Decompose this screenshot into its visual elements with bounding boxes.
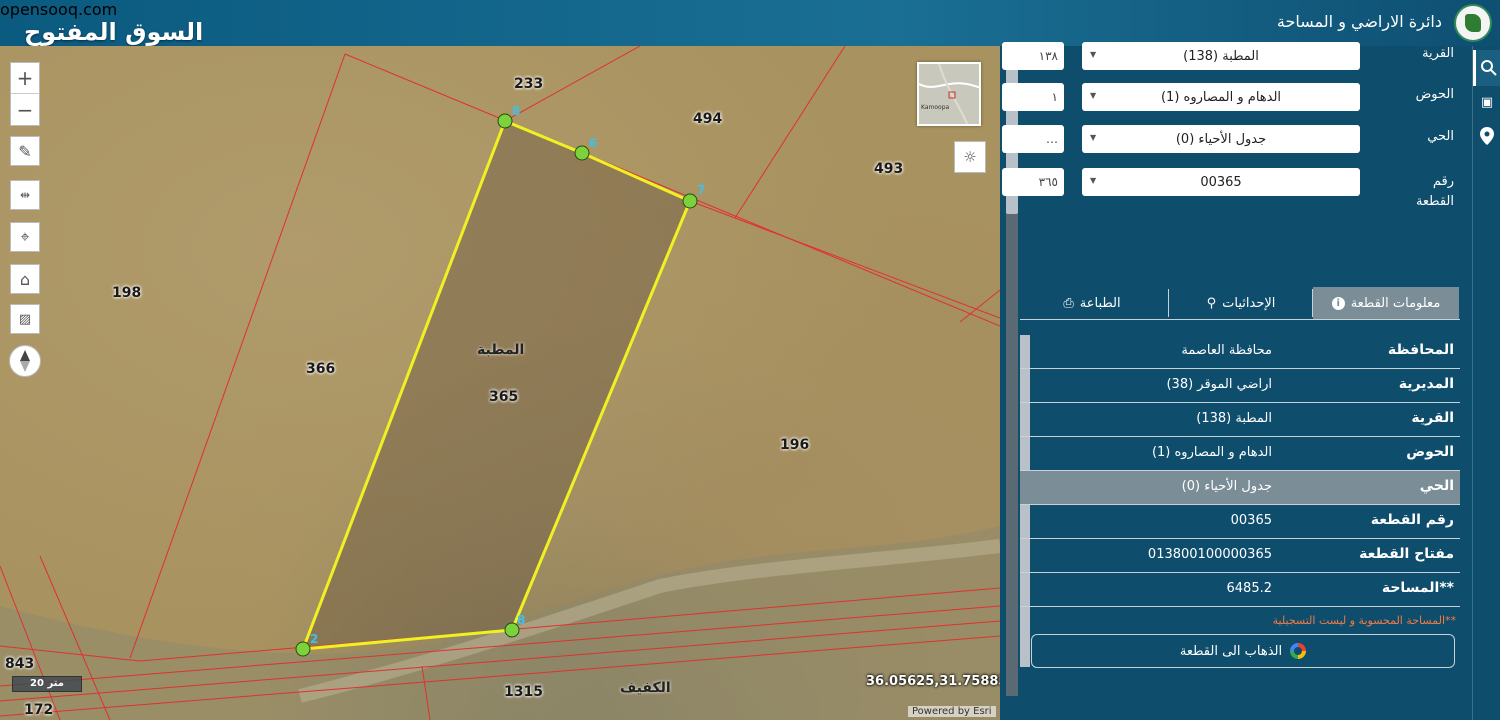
search-icon [1480, 60, 1497, 76]
tab-parcel-info[interactable]: i معلومات القطعة [1313, 287, 1459, 319]
overview-minimap[interactable]: Kamoopa [917, 62, 981, 126]
app-header: السوق المفتوح دائرة الاراضي و المساحة [0, 0, 1500, 46]
parcel-label: 196 [780, 437, 810, 453]
neighborhood-code-input[interactable]: … [1002, 125, 1064, 153]
basin-row: الحوض ▼ الدهام و المصاروه (1) ١ [1000, 83, 1454, 111]
info-row: الحوض الدهام و المصاروه (1) [1020, 437, 1460, 471]
zoom-out-button[interactable]: − [11, 94, 39, 125]
info-row: **المساحة 6485.2 [1020, 573, 1460, 607]
home-button[interactable]: ⌂ [10, 264, 40, 294]
compass-icon [20, 350, 30, 372]
printer-icon: ⎙ [1063, 295, 1074, 311]
vertex-label: 8 [512, 104, 521, 118]
info-row: القرية المطبة (138) [1020, 403, 1460, 437]
coordinates-readout: 36.05625,31.75885 [866, 674, 1000, 689]
attribution: Powered by Esri [908, 706, 996, 717]
search-rail-button[interactable] [1473, 50, 1500, 86]
parcel-panel: القرية ▼ المطبة (138) ١٣٨ الحوض ▼ الدهام… [1000, 42, 1472, 720]
tab-print[interactable]: ⎙ الطباعة [1040, 287, 1144, 319]
parcel-lines [0, 46, 1000, 720]
info-row: المحافظة محافظة العاصمة [1020, 335, 1460, 369]
draw-button[interactable]: ✎ [10, 136, 40, 166]
parcel-code-input[interactable]: ٣٦٥ [1002, 168, 1064, 196]
village-row: القرية ▼ المطبة (138) ١٣٨ [1000, 42, 1454, 70]
location-pin-icon [1480, 127, 1494, 145]
department-logo-icon [1454, 4, 1492, 42]
village-label: القرية [1422, 46, 1454, 61]
brightness-button[interactable]: ☼ [954, 141, 986, 173]
parcel-label: 366 [306, 361, 336, 377]
parcel-number-select[interactable]: ▼ 00365 [1082, 168, 1360, 196]
sun-icon: ☼ [963, 148, 977, 166]
side-rail: ▣ [1472, 46, 1500, 720]
parcel-label: 172 [24, 702, 54, 718]
area-note: **المساحة المحسوبة و ليست التسجيلية [1272, 614, 1456, 627]
goto-parcel-button[interactable]: الذهاب الى القطعة [1031, 634, 1455, 668]
compass-button[interactable] [9, 345, 41, 377]
user-pin-icon: ⚲ [1206, 295, 1217, 311]
info-row: المديرية اراضي الموقر (38) [1020, 369, 1460, 403]
zoom-in-button[interactable]: + [11, 63, 39, 94]
vertex-label: 2 [310, 632, 319, 646]
parcel-row: رقم القطعة ▼ 00365 ٣٦٥ [1000, 168, 1454, 209]
parcel-label: 233 [514, 76, 544, 92]
minimap-label: Kamoopa [921, 104, 950, 111]
neighborhood-select[interactable]: ▼ جدول الأحياء (0) [1082, 125, 1360, 153]
parcel-label: 1315 [504, 684, 543, 700]
parcel-label-selected: 365 [489, 389, 519, 405]
location-rail-button[interactable] [1473, 118, 1500, 154]
image-icon: ▨ [18, 311, 32, 327]
measure-button[interactable]: ⇹ [10, 180, 40, 210]
neighborhood-label: الحي [1427, 129, 1454, 144]
area-name-label: الكفيف [620, 680, 671, 696]
info-icon: i [1331, 296, 1345, 310]
info-row: رقم القطعة 00365 [1020, 505, 1460, 539]
caret-down-icon: ▼ [1090, 91, 1097, 100]
neighborhood-row: الحي ▼ جدول الأحياء (0) … [1000, 125, 1454, 153]
brand-subtitle: opensooq.com [0, 0, 118, 19]
parcel-label: 198 [112, 285, 142, 301]
caret-down-icon: ▼ [1090, 133, 1097, 142]
parcel-number-label: رقم القطعة [1415, 174, 1454, 209]
parcel-label: 494 [693, 111, 723, 127]
parcel-label: 493 [874, 161, 904, 177]
google-icon [1290, 643, 1307, 659]
area-name-label: المطبة [477, 342, 525, 358]
basin-label: الحوض [1415, 87, 1454, 102]
locate-button[interactable]: ⌖ [10, 222, 40, 252]
ruler-icon: ⇹ [19, 188, 31, 202]
tab-coordinates[interactable]: ⚲ الإحداثيات [1170, 287, 1312, 319]
info-row: مفتاح القطعة 013800100000365 [1020, 539, 1460, 573]
home-icon: ⌂ [19, 269, 31, 289]
vertex-label: 8 [517, 613, 526, 627]
village-select[interactable]: ▼ المطبة (138) [1082, 42, 1360, 70]
parcel-label: 843 [5, 656, 35, 672]
zoom-control: + − [10, 62, 40, 126]
parcel-info-table: المحافظة محافظة العاصمة المديرية اراضي ا… [1020, 335, 1460, 607]
caret-down-icon: ▼ [1090, 176, 1097, 185]
crosshair-icon: ⌖ [20, 227, 30, 246]
vertex-label: 7 [697, 183, 706, 197]
map-view[interactable]: 233 494 493 198 366 365 196 843 1315 172… [0, 46, 1000, 720]
caret-down-icon: ▼ [1090, 50, 1097, 59]
department-title: دائرة الاراضي و المساحة [1276, 12, 1442, 31]
info-row-highlighted: الحي جدول الأحياء (0) [1020, 471, 1460, 505]
panel-tabs: ⎙ الطباعة ⚲ الإحداثيات i معلومات القطعة [1020, 287, 1460, 319]
basin-code-input[interactable]: ١ [1002, 83, 1064, 111]
brand-logo: السوق المفتوح [24, 18, 204, 46]
map-card-icon: ▣ [1480, 94, 1494, 110]
vertex-label: 6 [589, 136, 598, 150]
basemap-button[interactable]: ▨ [10, 304, 40, 334]
scale-bar: 20 متر [12, 676, 82, 692]
layers-rail-button[interactable]: ▣ [1473, 84, 1500, 120]
basin-select[interactable]: ▼ الدهام و المصاروه (1) [1082, 83, 1360, 111]
village-code-input[interactable]: ١٣٨ [1002, 42, 1064, 70]
pencil-icon: ✎ [18, 141, 32, 161]
